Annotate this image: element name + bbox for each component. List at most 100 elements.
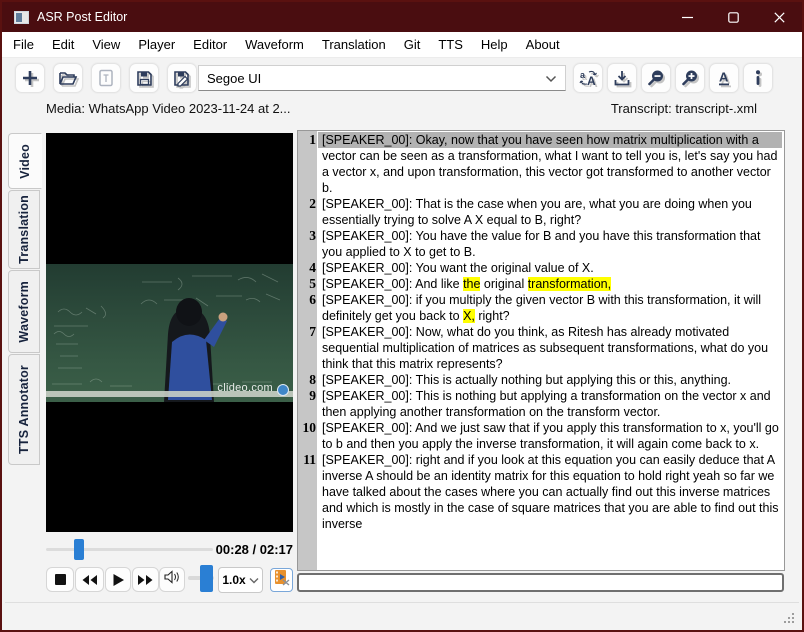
info-button[interactable] [743,63,773,93]
zoom-in-button[interactable] [675,63,705,93]
seek-handle[interactable] [74,539,84,560]
highlighted-word: transformation, [528,277,611,291]
menu-waveform[interactable]: Waveform [236,33,313,56]
menu-git[interactable]: Git [395,33,430,56]
menu-view[interactable]: View [83,33,129,56]
folder-open-icon [58,70,78,86]
entry-text: [SPEAKER_00]: if you multiply the given … [322,292,782,324]
app-icon [14,11,29,24]
seek-slider[interactable] [46,548,213,551]
transcript-entry[interactable]: 2 [SPEAKER_00]: That is the case when you… [298,196,782,228]
menu-file[interactable]: File [4,33,43,56]
transcript-entry[interactable]: 1 [SPEAKER_00]: Okay, now that you have s… [298,132,782,196]
segment-edit-input[interactable] [297,573,784,592]
tab-label: Translation [17,195,31,264]
line-number: 1 [298,132,316,148]
rewind-button[interactable] [75,567,104,592]
resize-grip[interactable] [782,611,794,623]
volume-button[interactable] [159,567,185,592]
font-selector[interactable]: Segoe UI [198,65,566,91]
fast-forward-button[interactable] [132,567,159,592]
speed-selector[interactable]: 1.0x [218,567,263,593]
tab-label: Waveform [17,281,31,343]
window-title: ASR Post Editor [37,10,127,24]
plus-icon [21,69,39,87]
video-panel[interactable]: clideo.com [46,133,293,532]
line-number: 3 [298,228,316,244]
play-icon [112,573,125,587]
entry-text: [SPEAKER_00]: You want the original valu… [322,260,782,276]
transcript-list[interactable]: 1 [SPEAKER_00]: Okay, now that you have s… [297,130,785,571]
transcript-entry[interactable]: 4 [SPEAKER_00]: You want the original val… [298,260,782,276]
line-number: 2 [298,196,316,212]
speaker-icon [163,569,181,590]
line-number: 6 [298,292,316,308]
zoom-out-button[interactable] [641,63,671,93]
line-number: 8 [298,372,316,388]
line-number: 10 [298,420,316,436]
translate-icon: aA [579,69,598,87]
speed-value: 1.0x [222,573,245,587]
transcript-entry[interactable]: 11[SPEAKER_00]: right and if you look at… [298,452,782,532]
text-segment: [SPEAKER_00]: You have the value for B a… [322,229,760,259]
info-icon [754,69,762,87]
font-underline-icon: A [716,69,732,87]
volume-handle[interactable] [200,565,213,592]
line-number: 9 [298,388,316,404]
close-button[interactable] [756,2,802,32]
menu-translation[interactable]: Translation [313,33,395,56]
stop-button[interactable] [46,567,74,592]
entry-text: [SPEAKER_00]: right and if you look at t… [322,452,782,532]
translate-button[interactable]: aA [573,63,603,93]
clip-film-icon [274,569,290,591]
transcript-entry[interactable]: 10 [SPEAKER_00]: And we just saw that if … [298,420,782,452]
text-segment: [SPEAKER_00]: if you multiply the given … [322,293,761,323]
play-button[interactable] [105,567,131,592]
text-segment: [SPEAKER_00]: Okay, now that you have se… [322,133,777,195]
stop-icon [54,573,67,586]
text-segment: [SPEAKER_00]: You want the original valu… [322,261,594,275]
minimize-button[interactable] [664,2,710,32]
text-segment: [SPEAKER_00]: This is nothing but applyi… [322,389,771,419]
rewind-icon [81,574,98,586]
time-label: 00:28 / 02:17 [212,542,293,557]
tab-translation[interactable]: Translation [8,190,40,269]
new-button[interactable] [15,63,45,93]
menu-about[interactable]: About [517,33,569,56]
export-button[interactable] [607,63,637,93]
transcript-entry[interactable]: 8 [SPEAKER_00]: This is actually nothing … [298,372,782,388]
transcript-entry[interactable]: 9 [SPEAKER_00]: This is nothing but apply… [298,388,782,420]
entry-text: [SPEAKER_00]: And we just saw that if yo… [322,420,782,452]
tab-video[interactable]: Video [8,133,42,189]
entry-text: [SPEAKER_00]: Okay, now that you have se… [322,132,782,196]
text-segment: original [480,277,527,291]
menu-tts[interactable]: TTS [429,33,472,56]
save-as-button[interactable] [167,63,197,93]
menu-help[interactable]: Help [472,33,517,56]
open-media-button[interactable] [53,63,83,93]
tab-tts-annotator[interactable]: TTS Annotator [8,354,40,465]
entry-text: [SPEAKER_00]: This is actually nothing b… [322,372,782,388]
transcript-entry[interactable]: 3 [SPEAKER_00]: You have the value for B … [298,228,782,260]
tab-waveform[interactable]: Waveform [8,270,40,353]
clip-marker-button[interactable] [270,568,293,592]
transcript-entry[interactable]: 5[SPEAKER_00]: And like the original tra… [298,276,782,292]
maximize-button[interactable] [710,2,756,32]
transcript-file-label: Transcript: transcript-.xml [611,101,757,116]
save-button[interactable] [129,63,159,93]
menu-editor[interactable]: Editor [184,33,236,56]
menu-edit[interactable]: Edit [43,33,83,56]
text-segment: [SPEAKER_00]: That is the case when you … [322,197,752,227]
font-style-button[interactable]: A [709,63,739,93]
tab-label: Video [18,144,32,179]
transcript-entry[interactable]: 6 [SPEAKER_00]: if you multiply the given… [298,292,782,324]
highlighted-word: the [463,277,480,291]
fast-forward-icon [137,574,154,586]
line-number: 4 [298,260,316,276]
transcript-entry[interactable]: 7[SPEAKER_00]: Now, what do you think, a… [298,324,782,372]
app-window: ASR Post Editor FileEditViewPlayerEditor… [0,0,804,632]
clideo-logo-icon [277,384,289,396]
menu-player[interactable]: Player [129,33,184,56]
line-number: 5 [298,276,316,292]
video-frame: clideo.com [46,264,293,402]
